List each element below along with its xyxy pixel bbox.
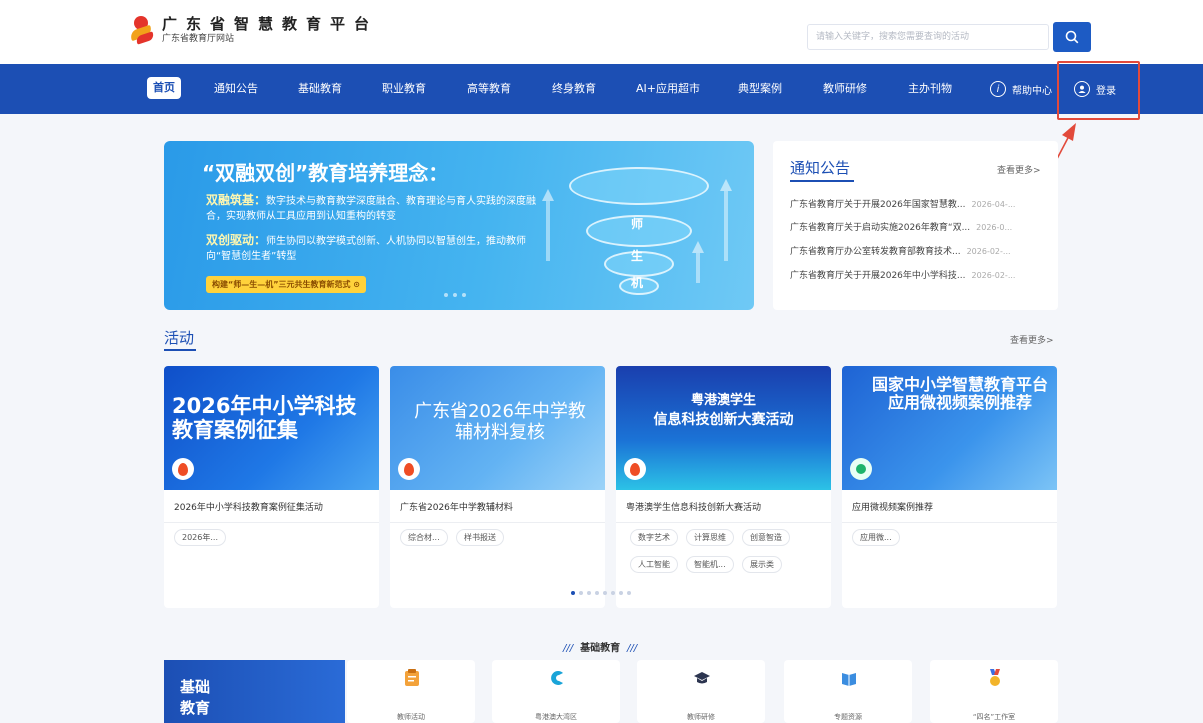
site-subtitle: 广东省教育厅网站 (162, 34, 235, 44)
nav-item-home[interactable]: 首页 (147, 77, 181, 99)
card-image-title-2: 信息科技创新大赛活动 (653, 412, 794, 428)
activity-tag-chip[interactable]: 创意智造 (742, 529, 790, 546)
tile-label: 粤港澳大湾区 (535, 713, 577, 721)
nav-item-ai-app-market[interactable]: AI+应用超市 (636, 64, 700, 114)
info-icon: i (990, 81, 1006, 97)
basic-education-heading: /// 基础教育 /// (563, 643, 638, 654)
tile-four-famous-studio[interactable]: “四名”工作室 (930, 660, 1058, 723)
activity-tag-chip[interactable]: 2026年... (174, 529, 226, 546)
clipboard-icon (405, 669, 419, 686)
banner-line-2-label: 双创驱动： (206, 233, 267, 247)
tile-teacher-training[interactable]: 教师研修 (637, 660, 765, 723)
logo-emblem-icon (128, 14, 156, 46)
search-icon (1065, 30, 1079, 44)
banner-tag-label: 构建“师—生—机”三元共生教育新范式 (212, 280, 351, 289)
notice-title: 通知公告 (790, 159, 851, 177)
site-title: 广东省智慧教育平台 (162, 15, 379, 33)
help-center-label: 帮助中心 (1012, 85, 1052, 97)
card-image-title-1: 粤港澳学生 (690, 393, 756, 408)
tile-label: 教师研修 (687, 713, 715, 721)
activity-card-name: 应用微视频案例推荐 (852, 503, 934, 513)
search-button[interactable] (1053, 22, 1091, 52)
nav-item-vocational-education[interactable]: 职业教育 (382, 64, 426, 114)
notice-more-link[interactable]: 查看更多> (997, 163, 1041, 176)
hot-fire-icon (172, 458, 194, 480)
activity-card[interactable]: 广东省2026年中学教辅材料复核 广东省2026年中学教辅材料 综合材... 样… (390, 366, 605, 608)
activity-tag-chip[interactable]: 人工智能 (630, 556, 678, 573)
activity-card-name: 广东省2026年中学教辅材料 (400, 503, 513, 513)
activity-tag-chip[interactable]: 综合材... (400, 529, 448, 546)
banner-line-1: 双融筑基：数字技术与教育教学深度融合、教育理论与育人实践的深度融合，实现教师从工… (206, 193, 551, 224)
nav-item-basic-education[interactable]: 基础教育 (298, 64, 342, 114)
annotation-highlight-box (1057, 61, 1140, 120)
nav-item-publications[interactable]: 主办刊物 (908, 64, 952, 114)
open-book-icon (842, 673, 856, 686)
funnel-label-machine: 机 (631, 276, 644, 290)
card-image-title: 广东省2026年中学教辅材料复核 (414, 401, 586, 443)
nav-item-higher-education[interactable]: 高等教育 (467, 64, 511, 114)
activities-carousel-dots[interactable] (571, 591, 631, 595)
tile-label: “四名”工作室 (972, 713, 1016, 721)
funnel-label-teacher: 师 (631, 217, 644, 231)
activity-card[interactable]: 国家中小学智慧教育平台应用微视频案例推荐 应用微视频案例推荐 应用微... (842, 366, 1057, 608)
activity-tag-chip[interactable]: 数字艺术 (630, 529, 678, 546)
bay-area-logo-icon (551, 671, 563, 685)
card-image-title: 2026年中小学科技教育案例征集 (172, 394, 357, 443)
activity-tag-chip[interactable]: 智能机... (686, 556, 734, 573)
notice-item[interactable]: 广东省教育厅关于启动实施2026年教育“双... 2026-0... (790, 220, 1050, 233)
notice-panel: 通知公告 查看更多> 广东省教育厅关于开展2026年国家智慧教... 2026-0… (773, 141, 1058, 310)
tile-label: 专题资源 (834, 713, 862, 721)
nav-item-typical-cases[interactable]: 典型案例 (738, 64, 782, 114)
activities-more-link[interactable]: 查看更多> (1010, 333, 1054, 346)
banner-line-1-label: 双融筑基： (206, 193, 267, 207)
card-image-title: 国家中小学智慧教育平台应用微视频案例推荐 (871, 375, 1048, 413)
banner-line-2: 双创驱动：师生协同以教学模式创新、人机协同以智慧创生，推动教师向“智慧创生者”转… (206, 233, 551, 264)
tile-greater-bay-area[interactable]: 粤港澳大湾区 (492, 660, 620, 723)
activity-card[interactable]: 粤港澳学生 信息科技创新大赛活动 粤港澳学生信息科技创新大赛活动 数字艺术 计算… (616, 366, 831, 608)
main-nav: 首页 通知公告 基础教育 职业教育 高等教育 终身教育 AI+应用超市 典型案例… (0, 64, 1203, 114)
banner-tag-button[interactable]: 构建“师—生—机”三元共生教育新范式 ⊙ (206, 276, 367, 293)
activities-title: 活动 (164, 329, 195, 347)
funnel-label-student: 生 (631, 249, 644, 263)
basic-education-hero-line-2: 教育 (180, 699, 211, 717)
nav-item-teacher-training[interactable]: 教师研修 (823, 64, 867, 114)
activity-card-image: 2026年中小学科技教育案例征集 (164, 366, 379, 490)
notice-item[interactable]: 广东省教育厅关于开展2026年中小学科技... 2026-02-... (790, 268, 1050, 281)
site-logo[interactable]: 广东省智慧教育平台 广东省教育厅网站 (128, 14, 379, 46)
activity-tag-chip[interactable]: 样书报送 (456, 529, 504, 546)
activity-card-image: 国家中小学智慧教育平台应用微视频案例推荐 (842, 366, 1057, 490)
activity-card-name: 粤港澳学生信息科技创新大赛活动 (626, 503, 762, 513)
banner-title: “双融双创”教育培养理念： (202, 161, 449, 185)
activity-tag-chip[interactable]: 应用微... (852, 529, 900, 546)
activity-card-image: 粤港澳学生 信息科技创新大赛活动 (616, 366, 831, 490)
hot-fire-icon (398, 458, 420, 480)
teacher-student-machine-funnel-graphic: 师 生 机 (564, 159, 714, 304)
nav-item-notices[interactable]: 通知公告 (214, 64, 258, 114)
header: 广东省智慧教育平台 广东省教育厅网站 请输入关键字，搜索您需要查询的活动 (0, 0, 1203, 64)
activity-card[interactable]: 2026年中小学科技教育案例征集 2026年中小学科技教育案例征集活动 2026… (164, 366, 379, 608)
help-center-link[interactable]: i 帮助中心 (990, 64, 1052, 114)
banner-carousel-dots[interactable] (444, 293, 466, 297)
search-input[interactable]: 请输入关键字，搜索您需要查询的活动 (807, 24, 1049, 50)
activity-tag-chip[interactable]: 计算思维 (686, 529, 734, 546)
notice-item[interactable]: 广东省教育厅办公室转发教育部教育技术... 2026-02-... (790, 244, 1050, 257)
play-circle-icon (850, 458, 872, 480)
hot-fire-icon (624, 458, 646, 480)
tile-special-resources[interactable]: 专题资源 (784, 660, 912, 723)
hero-banner[interactable]: “双融双创”教育培养理念： 双融筑基：数字技术与教育教学深度融合、教育理论与育人… (164, 141, 754, 310)
activity-card-name: 2026年中小学科技教育案例征集活动 (174, 503, 323, 513)
activity-tag-chip[interactable]: 展示类 (742, 556, 782, 573)
notice-item[interactable]: 广东省教育厅关于开展2026年国家智慧教... 2026-04-... (790, 197, 1050, 210)
activity-card-image: 广东省2026年中学教辅材料复核 (390, 366, 605, 490)
medal-icon (990, 669, 1000, 686)
basic-education-hero-line-1: 基础 (180, 678, 211, 696)
nav-item-lifelong-education[interactable]: 终身教育 (552, 64, 596, 114)
tile-label: 教师活动 (397, 713, 425, 721)
basic-education-hero[interactable]: 基础 教育 (164, 660, 345, 723)
graduation-cap-icon (694, 672, 710, 684)
tile-teacher-activities[interactable]: 教师活动 (347, 660, 475, 723)
